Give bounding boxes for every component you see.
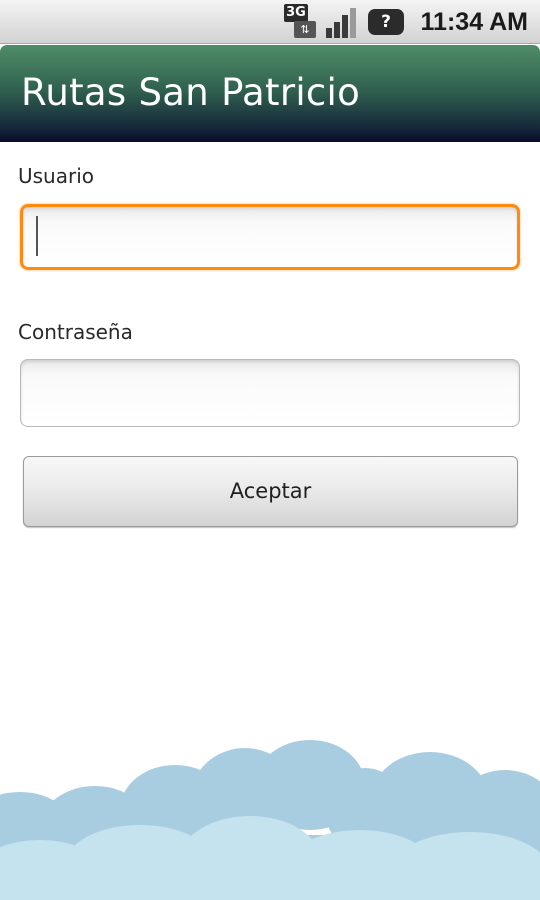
data-transfer-icon: ⇅	[294, 21, 316, 38]
network-3g-icon: 3G ⇅	[282, 4, 318, 40]
battery-unknown-icon: ?	[368, 9, 404, 35]
status-clock: 11:34 AM	[420, 8, 528, 36]
app-title: Rutas San Patricio	[21, 71, 361, 114]
password-field[interactable]	[20, 359, 520, 427]
network-type-label: 3G	[284, 4, 308, 22]
username-label: Usuario	[18, 164, 95, 188]
signal-strength-icon	[324, 6, 360, 38]
username-field[interactable]	[20, 204, 520, 270]
app-title-bar: Rutas San Patricio	[0, 45, 540, 142]
text-cursor	[36, 216, 38, 256]
clouds-illustration	[0, 740, 540, 900]
accept-button[interactable]: Aceptar	[23, 456, 518, 527]
password-label: Contraseña	[18, 320, 133, 344]
status-bar: 3G ⇅ ? 11:34 AM	[0, 0, 540, 44]
